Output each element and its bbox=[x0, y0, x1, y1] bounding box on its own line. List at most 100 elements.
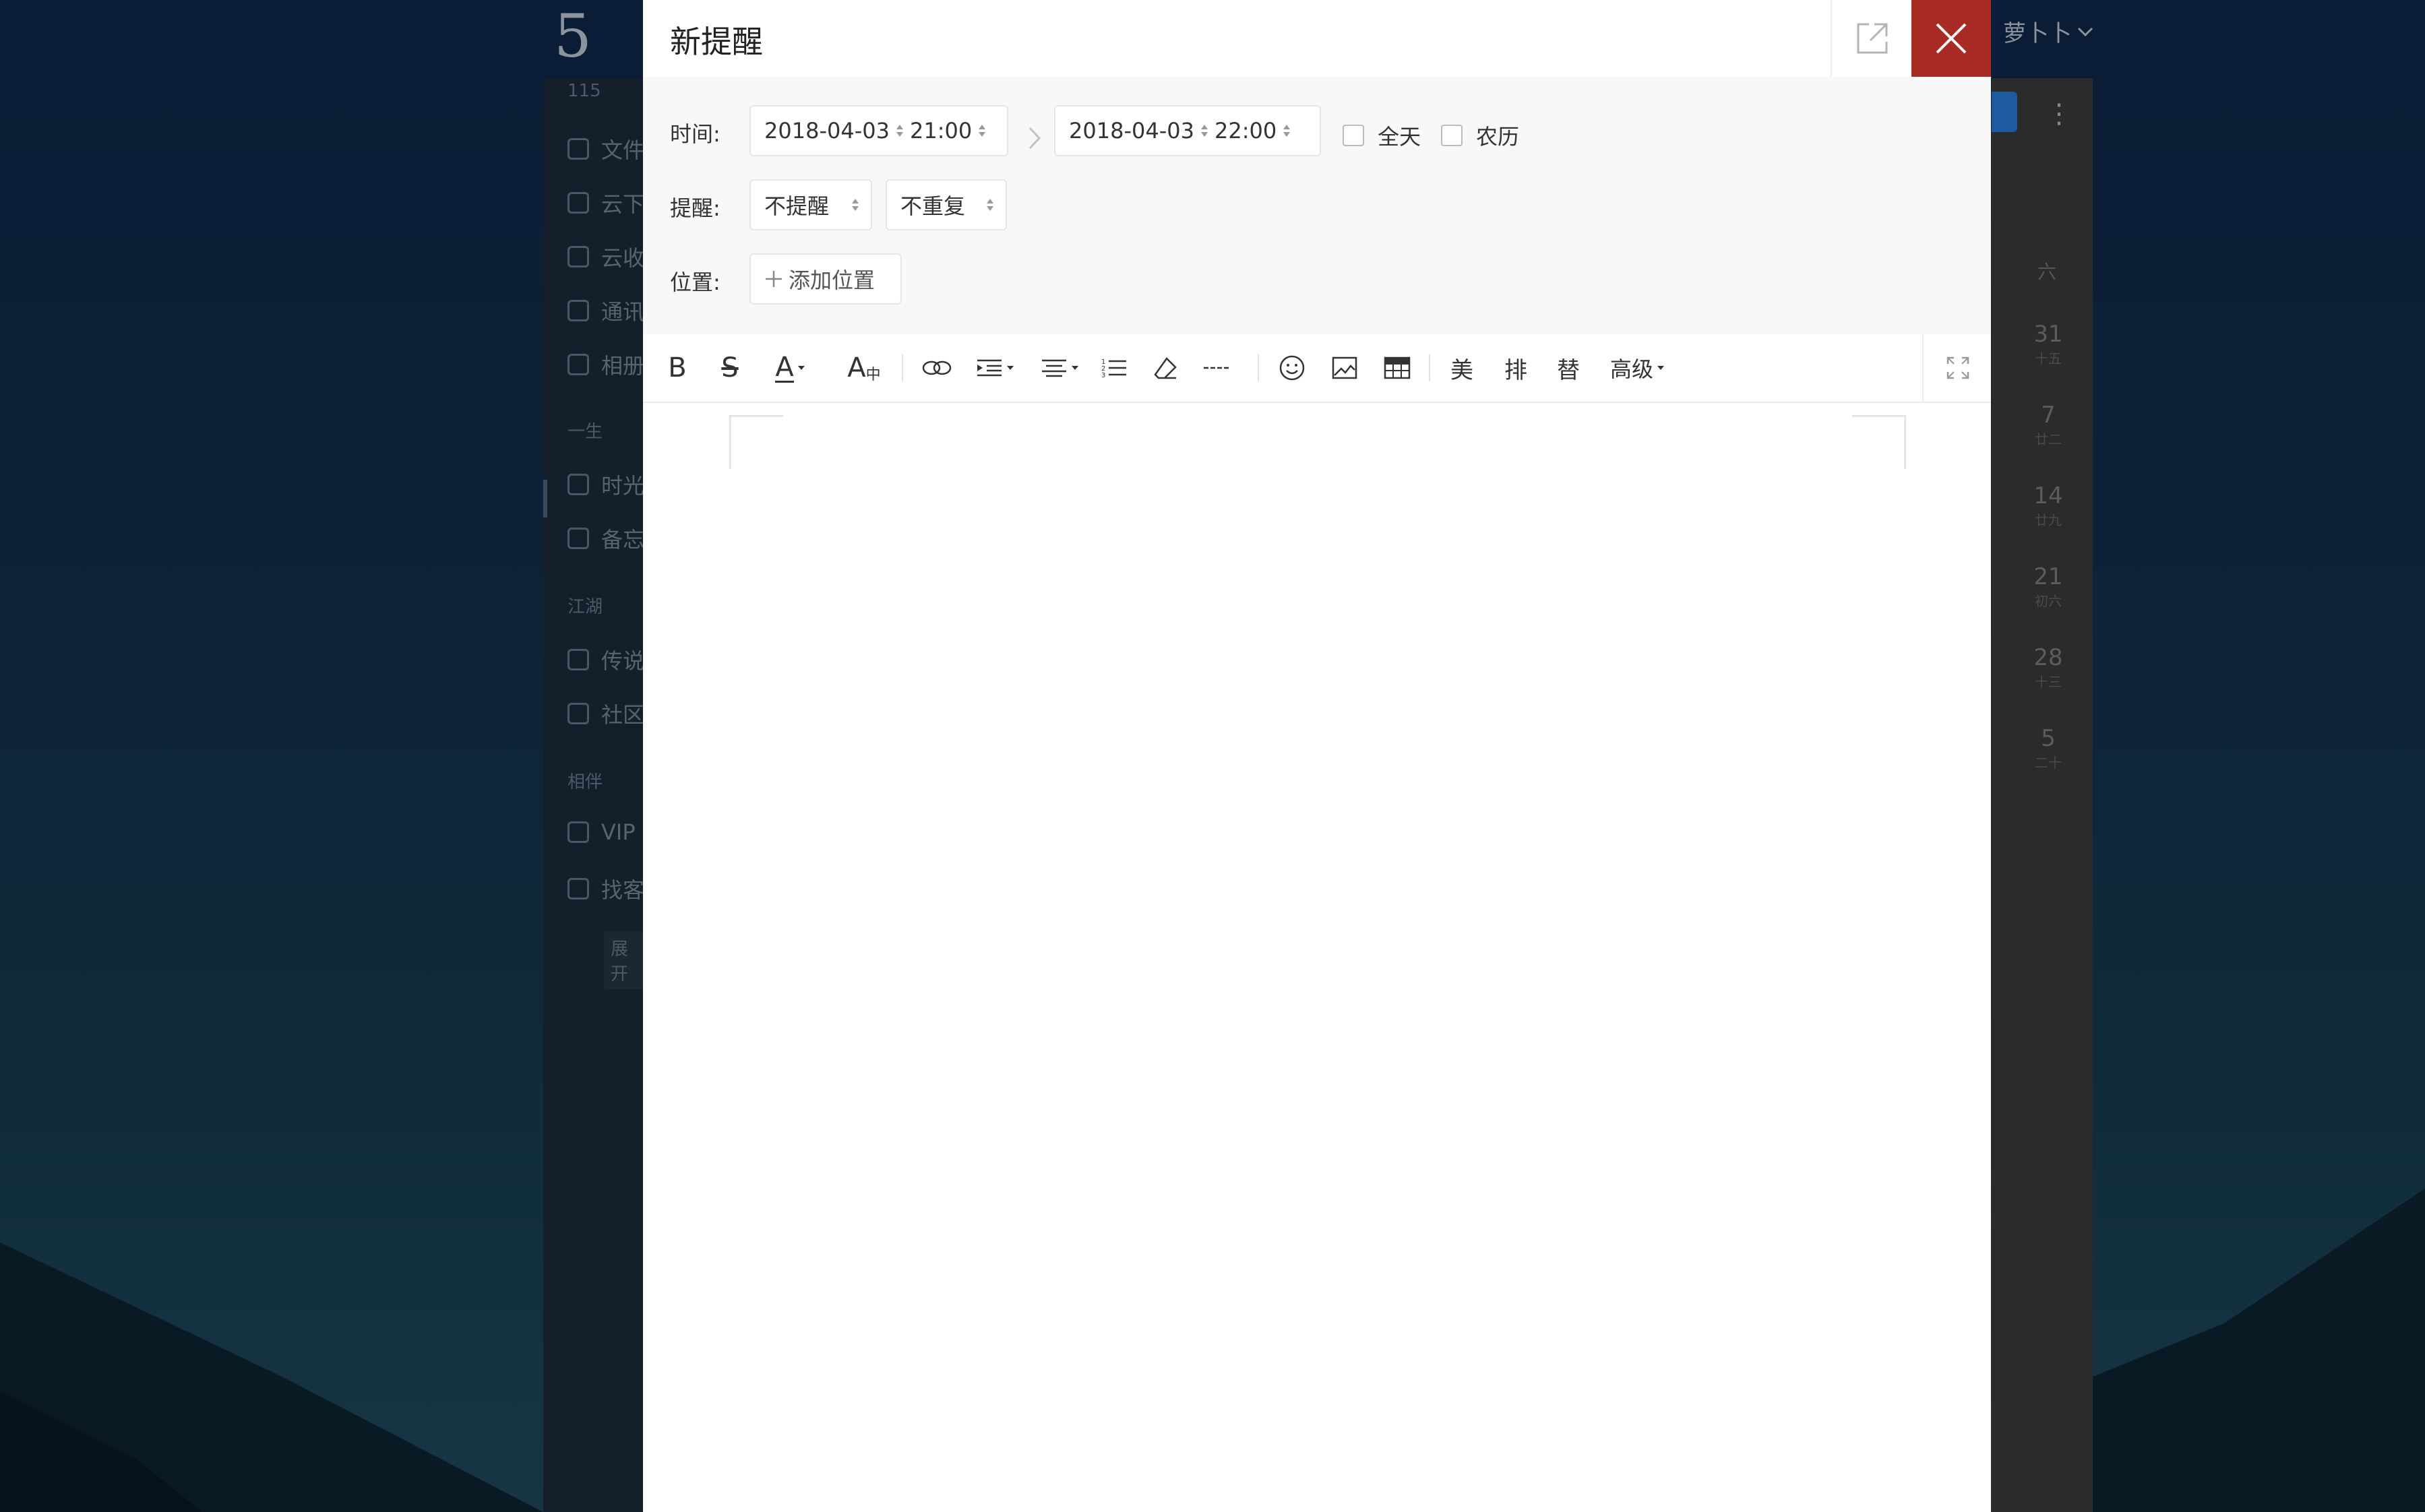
font-color-icon: A bbox=[775, 351, 794, 383]
font-size-button[interactable]: A中 bbox=[830, 334, 898, 402]
calendar-day-cell[interactable]: 14 廿九 bbox=[2028, 482, 2068, 529]
calendar-day-number: 7 bbox=[2041, 402, 2056, 429]
photo-icon bbox=[567, 354, 589, 375]
sidebar-item[interactable]: 相册 bbox=[567, 349, 644, 380]
start-date-value[interactable]: 2018-04-03 bbox=[764, 118, 890, 144]
align-button[interactable] bbox=[1033, 334, 1086, 402]
new-event-button[interactable] bbox=[1992, 92, 2017, 132]
sidebar-item[interactable]: 文件 bbox=[567, 133, 644, 164]
svg-text:3: 3 bbox=[1101, 372, 1105, 379]
app-logo: 5 bbox=[554, 1, 592, 71]
calendar-day-cell[interactable]: 7 廿二 bbox=[2028, 402, 2068, 448]
start-date-spinner-icon[interactable] bbox=[896, 123, 903, 138]
contacts-icon bbox=[567, 300, 589, 321]
start-datetime-field[interactable]: 2018-04-03 21:00 bbox=[749, 105, 1008, 156]
editor-area[interactable] bbox=[643, 403, 1991, 1512]
sidebar-item[interactable]: 传说 bbox=[567, 644, 644, 675]
dialog-title: 新提醒 bbox=[670, 24, 763, 60]
lunar-checkbox[interactable]: 农历 bbox=[1441, 120, 1519, 151]
advanced-button[interactable]: 高级 bbox=[1600, 334, 1674, 402]
indent-button[interactable] bbox=[968, 334, 1022, 402]
remind-select-value: 不提醒 bbox=[764, 193, 830, 219]
calendar-day-number: 31 bbox=[2033, 321, 2063, 348]
calendar-day-lunar: 十五 bbox=[2035, 350, 2062, 367]
bold-icon: B bbox=[668, 352, 687, 383]
replace-label: 替 bbox=[1557, 356, 1580, 384]
calendar-day-lunar: 十三 bbox=[2035, 674, 2062, 690]
end-time-spinner-icon[interactable] bbox=[1283, 123, 1291, 138]
toolbar-divider bbox=[1258, 354, 1259, 381]
toolbar-divider bbox=[1429, 354, 1430, 381]
all-day-checkbox[interactable]: 全天 bbox=[1343, 120, 1421, 151]
ordered-list-button[interactable]: 1 2 3 bbox=[1092, 334, 1136, 402]
ordered-list-icon: 1 2 3 bbox=[1101, 358, 1126, 379]
toolbar-divider bbox=[902, 354, 903, 381]
strikethrough-button[interactable]: S bbox=[710, 334, 749, 402]
calendar-day-cell[interactable]: 31 十五 bbox=[2028, 321, 2068, 367]
editor-content[interactable] bbox=[737, 477, 1897, 517]
table-button[interactable] bbox=[1372, 334, 1422, 402]
calendar-panel: ⋮ 六 31 十五 7 廿二 14 廿九 21 初六 28 十三 5 二十 bbox=[1992, 78, 2093, 1512]
remind-select[interactable]: 不提醒 bbox=[749, 179, 872, 230]
plus-icon bbox=[766, 271, 782, 287]
calendar-day-lunar: 廿二 bbox=[2035, 431, 2062, 447]
emoji-icon bbox=[1279, 355, 1305, 381]
advanced-caret-icon bbox=[1657, 366, 1664, 370]
link-button[interactable] bbox=[911, 334, 962, 402]
chevron-down-icon bbox=[2077, 27, 2093, 36]
beautify-button[interactable]: 美 bbox=[1440, 334, 1484, 402]
sidebar-item[interactable]: 备忘 bbox=[567, 523, 644, 554]
typeset-button[interactable]: 排 bbox=[1494, 334, 1538, 402]
replace-button[interactable]: 替 bbox=[1546, 334, 1591, 402]
add-location-button[interactable]: 添加位置 bbox=[749, 253, 902, 305]
sidebar-item-label: 时光 bbox=[601, 473, 645, 499]
home-icon bbox=[567, 703, 589, 724]
link-icon bbox=[922, 360, 952, 375]
font-size-sub: 中 bbox=[865, 367, 881, 383]
sidebar-item-label: 传说 bbox=[601, 648, 645, 674]
bold-button[interactable]: B bbox=[658, 334, 697, 402]
all-day-checkbox-box[interactable] bbox=[1343, 125, 1364, 146]
sidebar-item-label: 相册 bbox=[601, 353, 645, 379]
sidebar-item[interactable]: VIP bbox=[567, 819, 636, 845]
end-time-value[interactable]: 22:00 bbox=[1215, 118, 1277, 144]
end-date-spinner-icon[interactable] bbox=[1200, 123, 1208, 138]
beautify-label: 美 bbox=[1450, 356, 1473, 384]
start-time-value[interactable]: 21:00 bbox=[910, 118, 972, 144]
close-button[interactable] bbox=[1911, 0, 1991, 77]
calendar-day-cell[interactable]: 28 十三 bbox=[2028, 644, 2068, 691]
table-icon bbox=[1384, 356, 1411, 379]
indent-caret-icon bbox=[1007, 366, 1014, 370]
calendar-day-cell[interactable]: 5 二十 bbox=[2028, 725, 2068, 771]
sidebar-item[interactable]: 时光 bbox=[567, 469, 644, 500]
font-color-button[interactable]: A bbox=[763, 334, 817, 402]
chevron-right-icon bbox=[1029, 127, 1041, 150]
horizontal-rule-button[interactable] bbox=[1192, 334, 1243, 402]
lunar-checkbox-box[interactable] bbox=[1441, 125, 1463, 146]
image-button[interactable] bbox=[1321, 334, 1368, 402]
calendar-day-number: 21 bbox=[2033, 563, 2063, 590]
popout-button[interactable] bbox=[1831, 0, 1913, 77]
calendar-day-number: 14 bbox=[2033, 482, 2063, 509]
more-options-icon[interactable]: ⋮ bbox=[2046, 98, 2073, 129]
emoji-button[interactable] bbox=[1268, 334, 1316, 402]
end-date-value[interactable]: 2018-04-03 bbox=[1069, 118, 1194, 144]
end-datetime-field[interactable]: 2018-04-03 22:00 bbox=[1054, 105, 1321, 156]
remind-spinner-icon bbox=[852, 197, 859, 212]
diamond-icon bbox=[567, 821, 589, 843]
fullscreen-button[interactable] bbox=[1922, 334, 1992, 402]
start-time-spinner-icon[interactable] bbox=[979, 123, 986, 138]
repeat-select[interactable]: 不重复 bbox=[886, 179, 1007, 230]
close-icon bbox=[1936, 23, 1967, 54]
eraser-button[interactable] bbox=[1143, 334, 1188, 402]
horizontal-rule-icon bbox=[1204, 367, 1231, 369]
calendar-day-cell[interactable]: 21 初六 bbox=[2028, 563, 2068, 610]
user-menu[interactable]: 萝卜卜 bbox=[2003, 15, 2093, 48]
reminder-form: 时间: 2018-04-03 21:00 2018-04-03 22:00 全天… bbox=[643, 77, 1991, 336]
sidebar-active-indicator bbox=[543, 480, 547, 517]
sidebar-item[interactable]: 社区 bbox=[567, 698, 644, 729]
editor-toolbar: B S A A中 1 2 3 美 排 替 高级 bbox=[643, 334, 1991, 403]
sidebar-section-label: 相伴 bbox=[567, 772, 603, 792]
sidebar-item-label: 文件 bbox=[601, 137, 645, 163]
camera-icon bbox=[567, 474, 589, 495]
